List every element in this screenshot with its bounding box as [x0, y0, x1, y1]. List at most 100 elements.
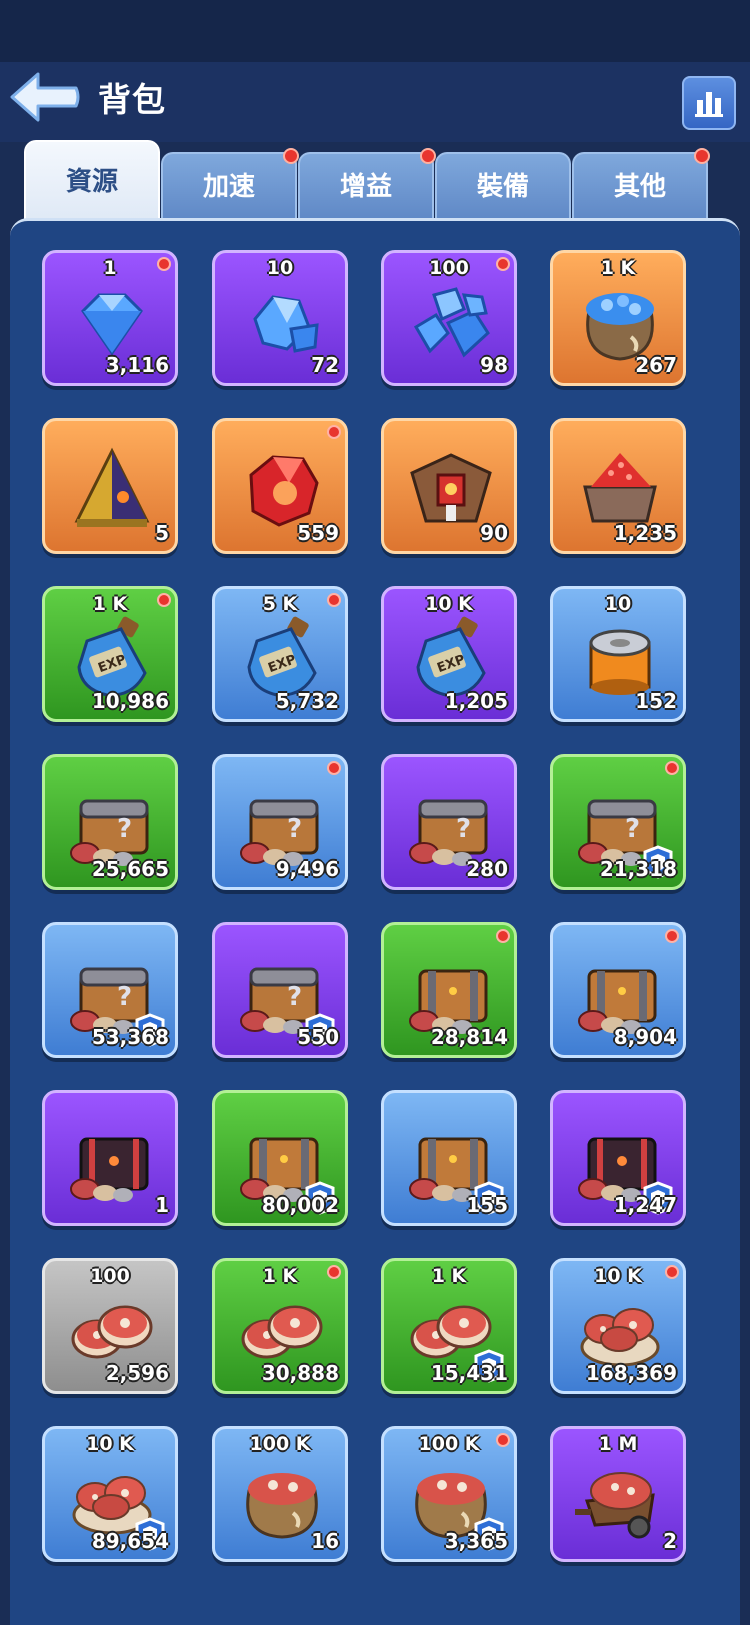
inventory-item[interactable]: EXP 1 K 10,986: [42, 586, 178, 722]
inventory-item[interactable]: 28,814: [381, 922, 517, 1058]
inventory-item[interactable]: 559: [212, 418, 348, 554]
inventory-item[interactable]: 1,235: [550, 418, 686, 554]
item-count: 550: [297, 1025, 339, 1049]
item-count: 15,431: [430, 1361, 508, 1385]
item-count: 3,365: [444, 1529, 508, 1553]
item-count: 2: [663, 1529, 677, 1553]
inventory-item[interactable]: 1 M 2: [550, 1426, 686, 1562]
inventory-item[interactable]: 8,904: [550, 922, 686, 1058]
inventory-item[interactable]: 100 2,596: [42, 1258, 178, 1394]
inventory-item[interactable]: ? 9,496: [212, 754, 348, 890]
item-count: 25,665: [91, 857, 169, 881]
inventory-item[interactable]: 10 K 168,369: [550, 1258, 686, 1394]
item-count: 1: [155, 1193, 169, 1217]
notification-dot: [157, 593, 171, 607]
item-amount: 10: [604, 593, 632, 615]
item-count: 152: [635, 689, 677, 713]
item-count: 8,904: [613, 1025, 677, 1049]
item-count: 155: [466, 1193, 508, 1217]
item-amount: 1 K: [600, 257, 636, 279]
item-count: 10,986: [91, 689, 169, 713]
inventory-item[interactable]: 1 3,116: [42, 250, 178, 386]
item-count: 267: [635, 353, 677, 377]
notification-dot: [496, 1433, 510, 1447]
item-amount: 100 K: [249, 1433, 311, 1455]
item-count: 5: [155, 521, 169, 545]
pyramid-icon: [63, 443, 161, 535]
item-count: 30,888: [261, 1361, 339, 1385]
notification-dot: [665, 761, 679, 775]
inventory-item[interactable]: EXP 10 K 1,205: [381, 586, 517, 722]
item-count: 2,596: [105, 1361, 169, 1385]
inventory-grid: 1 3,116 10 72 100 98 1 K 267 5 559 90 1,235 EXP 1 K 10…: [0, 0, 750, 1625]
item-count: 16: [311, 1529, 339, 1553]
item-count: 98: [480, 353, 508, 377]
notification-dot: [496, 257, 510, 271]
item-count: 89,654: [91, 1529, 169, 1553]
item-amount: 1 K: [92, 593, 128, 615]
inventory-item[interactable]: ? 550: [212, 922, 348, 1058]
item-count: 72: [311, 353, 339, 377]
item-amount: 1 K: [431, 1265, 467, 1287]
item-amount: 100: [90, 1265, 130, 1287]
inventory-item[interactable]: 100 K 16: [212, 1426, 348, 1562]
notification-dot: [665, 929, 679, 943]
item-count: 9,496: [275, 857, 339, 881]
item-amount: 1 K: [262, 1265, 298, 1287]
item-count: 80,002: [261, 1193, 339, 1217]
item-amount: 1: [103, 257, 117, 279]
svg-text:?: ?: [625, 814, 640, 844]
notification-dot: [327, 761, 341, 775]
item-amount: 5 K: [262, 593, 298, 615]
svg-text:?: ?: [117, 982, 132, 1012]
inventory-item[interactable]: 80,002: [212, 1090, 348, 1226]
item-amount: 10 K: [86, 1433, 134, 1455]
inventory-item[interactable]: 100 98: [381, 250, 517, 386]
item-count: 1,235: [613, 521, 677, 545]
notification-dot: [496, 929, 510, 943]
notification-dot: [157, 257, 171, 271]
item-amount: 10 K: [594, 1265, 642, 1287]
inventory-item[interactable]: 5: [42, 418, 178, 554]
meat-cart-icon: [571, 1451, 669, 1543]
inventory-item[interactable]: 10 152: [550, 586, 686, 722]
notification-dot: [665, 1265, 679, 1279]
inventory-item[interactable]: EXP 5 K 5,732: [212, 586, 348, 722]
inventory-item[interactable]: ? 53,368: [42, 922, 178, 1058]
inventory-item[interactable]: 90: [381, 418, 517, 554]
item-amount: 100 K: [418, 1433, 480, 1455]
item-amount: 1 M: [598, 1433, 638, 1455]
item-count: 3,116: [105, 353, 169, 377]
inventory-item[interactable]: ? 21,318: [550, 754, 686, 890]
inventory-item[interactable]: 1 K 15,431: [381, 1258, 517, 1394]
inventory-item[interactable]: 100 K 3,365: [381, 1426, 517, 1562]
inventory-item[interactable]: 1 K 267: [550, 250, 686, 386]
item-count: 1,205: [444, 689, 508, 713]
item-count: 90: [480, 521, 508, 545]
svg-text:?: ?: [287, 982, 302, 1012]
inventory-item[interactable]: 1 K 30,888: [212, 1258, 348, 1394]
svg-text:?: ?: [456, 814, 471, 844]
item-count: 28,814: [430, 1025, 508, 1049]
item-count: 559: [297, 521, 339, 545]
inventory-item[interactable]: 155: [381, 1090, 517, 1226]
inventory-item[interactable]: ? 280: [381, 754, 517, 890]
inventory-item[interactable]: 1: [42, 1090, 178, 1226]
inventory-item[interactable]: 10 K 89,654: [42, 1426, 178, 1562]
svg-text:?: ?: [287, 814, 302, 844]
item-amount: 10: [266, 257, 294, 279]
item-count: 280: [466, 857, 508, 881]
inventory-item[interactable]: 10 72: [212, 250, 348, 386]
notification-dot: [327, 1265, 341, 1279]
notification-dot: [327, 593, 341, 607]
inventory-item[interactable]: 1,247: [550, 1090, 686, 1226]
item-count: 21,318: [599, 857, 677, 881]
notification-dot: [327, 425, 341, 439]
item-count: 5,732: [275, 689, 339, 713]
item-amount: 100: [429, 257, 469, 279]
item-amount: 10 K: [425, 593, 473, 615]
inventory-item[interactable]: ? 25,665: [42, 754, 178, 890]
dark-chest-icon: [63, 1115, 161, 1207]
item-count: 168,369: [585, 1361, 677, 1385]
svg-text:?: ?: [117, 814, 132, 844]
